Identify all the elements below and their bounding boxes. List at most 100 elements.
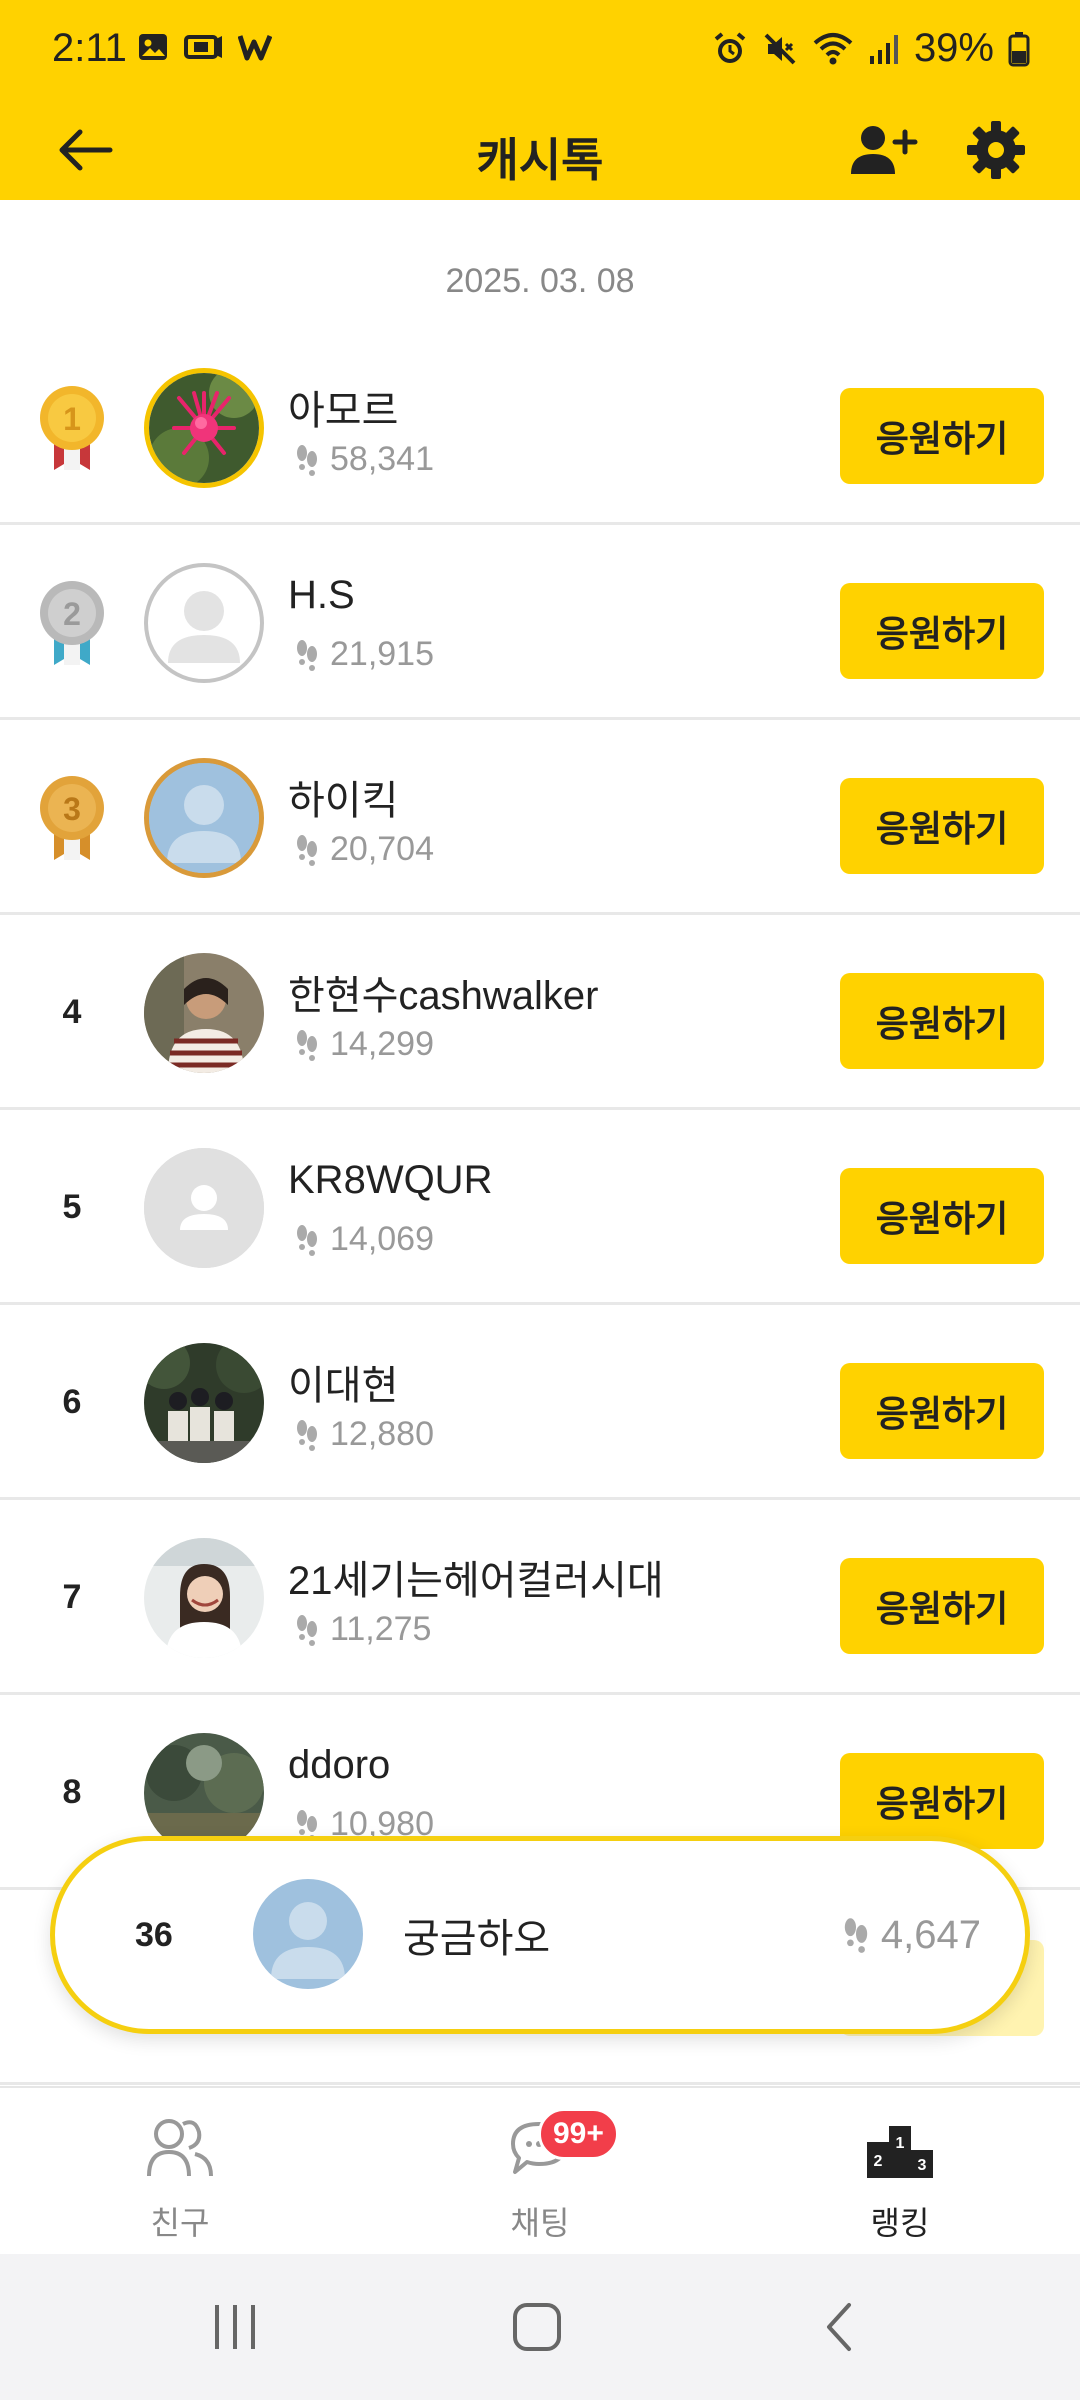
my-avatar — [253, 1879, 363, 1989]
cheer-button[interactable]: 응원하기 — [840, 1363, 1044, 1459]
gold-medal-icon: 1 — [40, 386, 104, 470]
step-count-value: 58,341 — [330, 440, 434, 478]
ranking-row: 3 하이킥 20,704 응원하기 — [0, 720, 1080, 915]
my-step-count: 4,647 — [843, 1841, 981, 2029]
cheer-button[interactable]: 응원하기 — [840, 388, 1044, 484]
step-count-value: 21,915 — [330, 635, 434, 673]
mute-icon — [764, 33, 796, 64]
status-time: 2:11 — [52, 26, 127, 70]
settings-button[interactable] — [960, 114, 1032, 186]
nav-tab-ranking[interactable]: 2 1 3 랭킹 — [720, 2088, 1080, 2256]
nav-tab-friends[interactable]: 친구 — [0, 2088, 360, 2256]
wifi-icon — [813, 32, 853, 64]
gallery-icon — [139, 34, 167, 60]
cheer-button[interactable]: 응원하기 — [840, 1558, 1044, 1654]
svg-text:1: 1 — [896, 2135, 905, 2152]
add-friend-icon — [851, 126, 918, 174]
avatar[interactable] — [144, 368, 264, 488]
podium-icon: 2 1 3 — [864, 2112, 936, 2184]
footsteps-icon — [297, 639, 317, 671]
avatar[interactable] — [144, 953, 264, 1073]
ranking-list: 1 아모르 58,341 응원하기 2 H.S 21,915 응원하기 3 하이… — [0, 330, 1080, 2090]
step-count: 14,069 — [296, 1220, 434, 1259]
svg-text:3: 3 — [918, 2157, 927, 2174]
ticket-icon — [184, 35, 222, 59]
user-name: KR8WQUR — [288, 1158, 493, 1202]
svg-text:2: 2 — [874, 2153, 883, 2170]
rank-number: 5 — [62, 1188, 82, 1226]
chat-unread-badge: 99+ — [538, 2108, 619, 2160]
friends-icon — [144, 2112, 216, 2184]
rank-number: 7 — [62, 1578, 82, 1616]
step-count-value: 20,704 — [330, 830, 434, 868]
cheer-button[interactable]: 응원하기 — [840, 1753, 1044, 1849]
step-count: 21,915 — [296, 635, 434, 674]
status-right-icons: 39% — [712, 26, 1030, 71]
add-friend-button[interactable] — [848, 114, 920, 186]
user-name: 이대현 — [288, 1364, 399, 1408]
footsteps-icon — [844, 1918, 868, 1953]
recent-apps-button[interactable] — [190, 2284, 280, 2370]
svg-text:1: 1 — [63, 401, 81, 437]
ranking-row: 6 이대현 12,880 응원하기 — [0, 1305, 1080, 1500]
gear-icon — [967, 121, 1025, 179]
step-count: 20,704 — [296, 830, 434, 869]
w-app-icon — [238, 35, 272, 61]
battery-icon — [1008, 31, 1030, 66]
battery-percent: 39% — [913, 26, 994, 70]
user-name: H.S — [288, 573, 355, 617]
nav-tab-chat[interactable]: 99+ 채팅 — [360, 2088, 720, 2256]
system-nav-bar — [0, 2254, 1080, 2400]
avatar[interactable] — [144, 758, 264, 878]
my-rank-number: 36 — [135, 1915, 173, 1954]
bronze-medal-icon: 3 — [40, 776, 104, 860]
my-step-count-value: 4,647 — [880, 1912, 981, 1957]
svg-text:3: 3 — [63, 791, 81, 827]
cheer-button[interactable]: 응원하기 — [840, 1168, 1044, 1264]
my-name: 궁금하오 — [403, 1917, 551, 1961]
step-count: 11,275 — [296, 1610, 431, 1649]
step-count-value: 12,880 — [330, 1415, 434, 1453]
avatar[interactable] — [144, 1733, 264, 1853]
silver-medal-icon: 2 — [40, 581, 104, 665]
footsteps-icon — [297, 1614, 317, 1646]
rank-number: 6 — [62, 1383, 82, 1421]
step-count: 12,880 — [296, 1415, 434, 1454]
step-count: 58,341 — [296, 440, 434, 479]
cheer-button[interactable]: 응원하기 — [840, 973, 1044, 1069]
signal-icon — [869, 34, 898, 64]
step-count: 14,299 — [296, 1025, 434, 1064]
step-count-value: 14,299 — [330, 1025, 434, 1063]
nav-label-friends: 친구 — [150, 2205, 210, 2241]
ranking-row: 1 아모르 58,341 응원하기 — [0, 330, 1080, 525]
footsteps-icon — [297, 444, 317, 476]
avatar[interactable] — [144, 1148, 264, 1268]
footsteps-icon — [297, 1224, 317, 1256]
system-back-icon — [827, 2303, 851, 2351]
recent-apps-icon — [215, 2305, 255, 2349]
rank-number: 4 — [62, 993, 82, 1031]
ranking-row: 4 한현수cashwalker 14,299 응원하기 — [0, 915, 1080, 1110]
ranking-row: 7 21세기는헤어컬러시대 11,275 응원하기 — [0, 1500, 1080, 1695]
ranking-row: 5 KR8WQUR 14,069 응원하기 — [0, 1110, 1080, 1305]
avatar[interactable] — [144, 1538, 264, 1658]
avatar[interactable] — [144, 563, 264, 683]
system-back-button[interactable] — [794, 2284, 884, 2370]
home-button[interactable] — [492, 2284, 582, 2370]
avatar[interactable] — [144, 1343, 264, 1463]
step-count-value: 14,069 — [330, 1220, 434, 1258]
nav-label-ranking: 랭킹 — [870, 2205, 930, 2241]
cheer-button[interactable]: 응원하기 — [840, 583, 1044, 679]
user-name: 아모르 — [288, 389, 399, 433]
bottom-nav: 친구 99+ 채팅 2 1 3 랭킹 — [0, 2086, 1080, 2254]
ranking-date: 2025. 03. 08 — [445, 262, 635, 300]
status-left-icons — [136, 30, 272, 64]
user-name: 한현수cashwalker — [288, 974, 599, 1018]
my-rank-card[interactable]: 36 궁금하오 4,647 — [50, 1836, 1030, 2034]
user-name: 하이킥 — [288, 779, 399, 823]
svg-text:2: 2 — [63, 596, 81, 632]
cheer-button[interactable]: 응원하기 — [840, 778, 1044, 874]
user-name: ddoro — [288, 1743, 391, 1787]
alarm-icon — [714, 31, 746, 63]
status-bar: 2:11 39% — [0, 0, 1080, 100]
